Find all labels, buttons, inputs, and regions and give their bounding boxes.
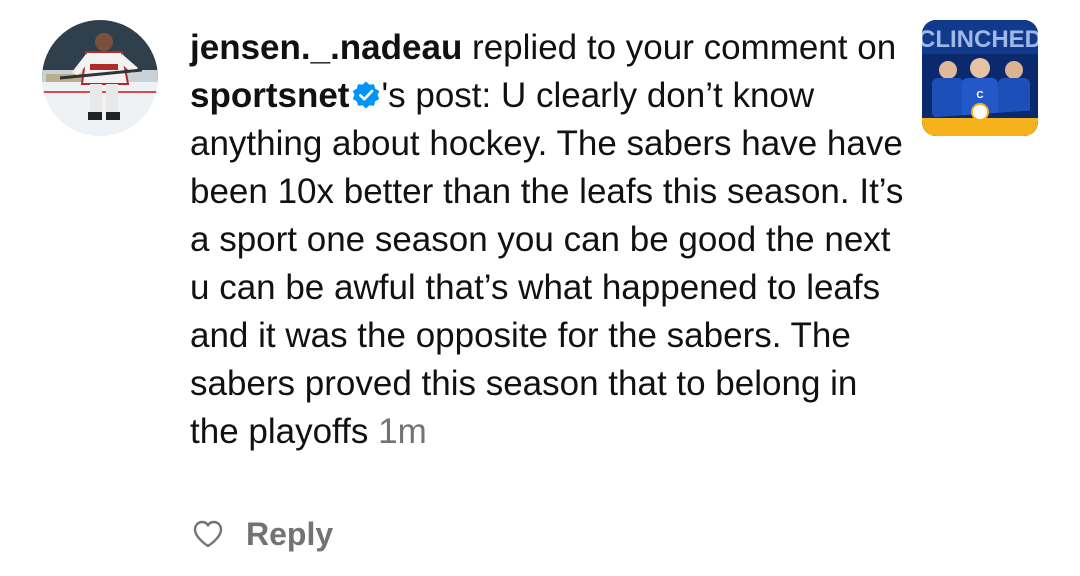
username-link[interactable]: jensen._.nadeau [190,28,462,67]
avatar-photo [42,20,158,136]
comment-text: 's post: U clearly don’t know anything a… [190,76,904,451]
thumbnail-banner-text: CLINCHED [922,26,1038,53]
captain-letter: C [976,90,983,101]
action-bar: Reply [192,512,333,556]
user-avatar[interactable] [42,20,158,136]
thumbnail-image: CLINCHED C [922,20,1038,136]
action-text: replied to your comment on [462,28,897,67]
notification-text: jensen._.nadeau replied to your comment … [190,24,905,456]
post-thumbnail[interactable]: CLINCHED C [922,20,1038,136]
account-link[interactable]: sportsnet [190,76,349,115]
verified-badge-icon [353,81,380,109]
heart-outline-icon[interactable] [192,519,224,549]
timestamp: 1m [378,412,427,451]
reply-button[interactable]: Reply [246,516,333,553]
